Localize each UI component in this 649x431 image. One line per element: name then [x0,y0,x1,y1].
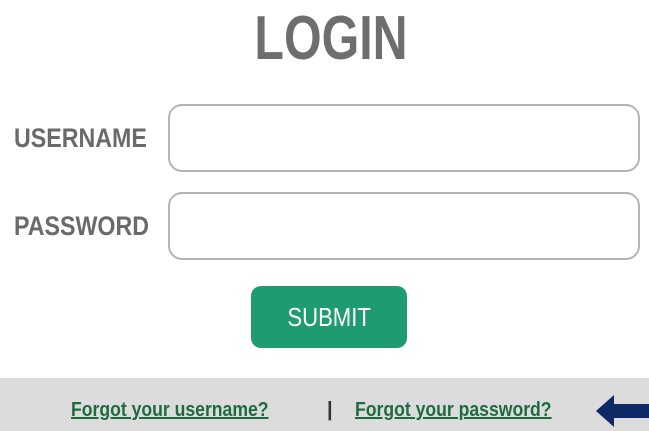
link-separator: | [327,399,333,421]
page-title: LOGIN [254,4,408,73]
submit-button-label: SUBMIT [287,301,371,332]
submit-button[interactable]: SUBMIT [251,286,407,348]
password-label: PASSWORD [14,211,150,241]
login-page: LOGIN USERNAME PASSWORD SUBMIT Forgot yo… [0,0,649,431]
username-input[interactable] [168,104,640,172]
username-label: USERNAME [14,123,147,153]
forgot-password-link[interactable]: Forgot your password? [355,398,552,422]
forgot-username-link[interactable]: Forgot your username? [71,398,269,422]
password-input[interactable] [168,192,640,260]
arrow-left-icon [596,395,649,427]
